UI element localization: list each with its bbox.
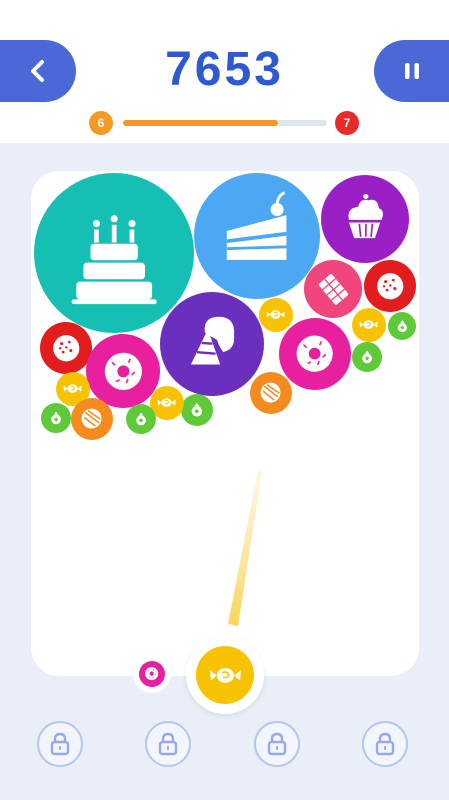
- bonbon-icon: [362, 350, 372, 364]
- donut-icon: [104, 352, 142, 390]
- lock-icon: [50, 732, 70, 756]
- chocolate-icon: [318, 273, 348, 305]
- bonbon-icon: [136, 412, 146, 426]
- candy-icon: [157, 398, 177, 408]
- next-shot-bubble[interactable]: [139, 661, 165, 687]
- bonbon-bubble: [181, 394, 213, 426]
- cupcake-bubble: [321, 175, 409, 263]
- ice-cream-icon: [190, 316, 234, 364]
- lollipop-bubble: [71, 398, 113, 440]
- bonbon-bubble: [388, 312, 416, 340]
- bonbon-icon: [191, 402, 203, 417]
- bonbon-bubble: [352, 342, 382, 372]
- current-shot-bubble[interactable]: [196, 646, 254, 704]
- bonbon-icon: [397, 319, 407, 332]
- bonbon-bubble: [126, 404, 156, 434]
- booster-slot-3[interactable]: [254, 721, 300, 767]
- booster-slot-1[interactable]: [37, 721, 83, 767]
- ice-cream-bubble: [160, 292, 264, 396]
- lollipop-icon: [261, 383, 281, 403]
- cake-bubble: [34, 173, 194, 333]
- bonbon-icon: [51, 411, 61, 425]
- candy-icon: [266, 310, 286, 320]
- donut-bubble: [279, 318, 351, 390]
- candy-bubble: [352, 308, 386, 342]
- cookie-bubble: [40, 322, 92, 374]
- cake-slice-bubble: [194, 173, 320, 299]
- cake-icon: [71, 215, 157, 304]
- cookie-icon: [52, 334, 80, 362]
- cookie-bubble: [364, 260, 416, 312]
- lollipop-bubble: [250, 372, 292, 414]
- donut-bubble: [86, 334, 160, 408]
- bonbon-bubble: [41, 403, 71, 433]
- donut-icon: [145, 667, 159, 681]
- chocolate-bubble: [304, 260, 362, 318]
- cake-slice-icon: [226, 191, 288, 261]
- lock-icon: [375, 732, 395, 756]
- lock-icon: [158, 732, 178, 756]
- candy-icon: [359, 320, 379, 330]
- donut-icon: [296, 335, 334, 373]
- cookie-icon: [376, 272, 404, 300]
- booster-slot-2[interactable]: [145, 721, 191, 767]
- candy-icon: [63, 384, 83, 394]
- lock-icon: [267, 732, 287, 756]
- lollipop-icon: [82, 409, 102, 429]
- booster-slot-4[interactable]: [362, 721, 408, 767]
- candy-icon: [209, 667, 241, 683]
- cupcake-icon: [348, 194, 384, 239]
